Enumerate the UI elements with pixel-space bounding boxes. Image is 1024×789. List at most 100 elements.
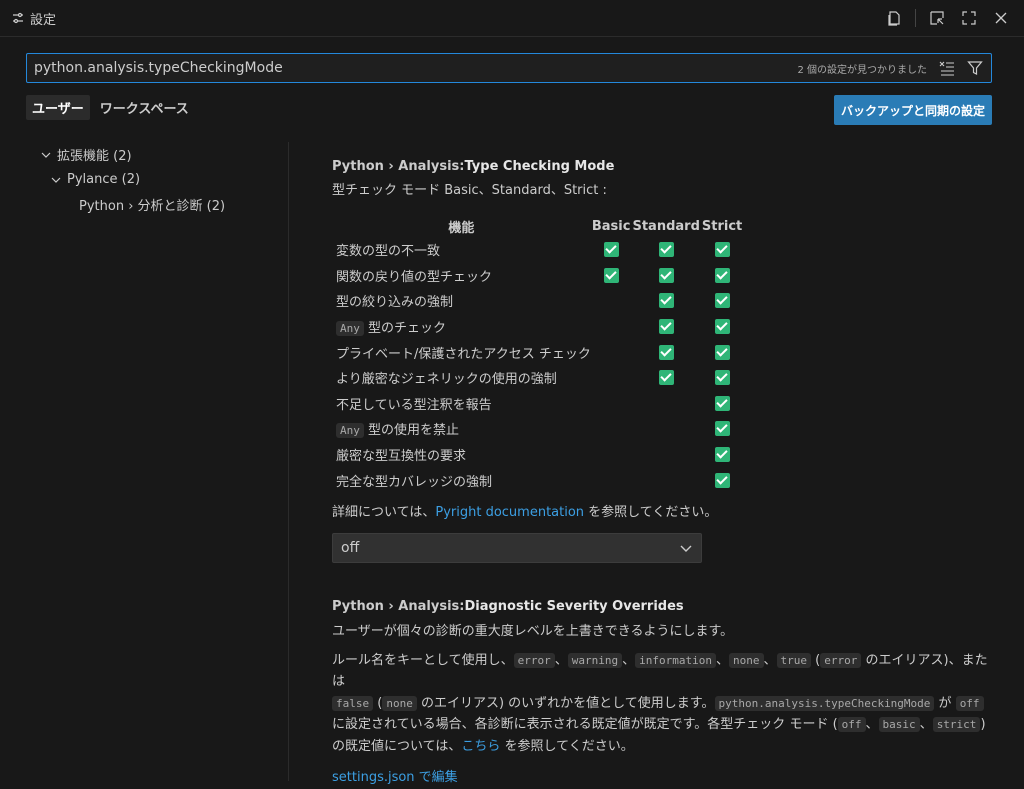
text: に設定されている場合、各診断に表示される既定値が既定です。各型チェック モード … bbox=[332, 717, 838, 733]
feature-row: 厳密な型互換性の要求 bbox=[332, 442, 743, 468]
code-error: error bbox=[513, 652, 555, 668]
feature-label: 不足している型注釈を報告 bbox=[332, 391, 591, 417]
cell-strict bbox=[701, 442, 743, 468]
cell-basic bbox=[591, 365, 632, 391]
check-icon bbox=[714, 267, 730, 283]
feature-label: 変数の型の不一致 bbox=[332, 237, 591, 263]
cell-basic bbox=[591, 237, 632, 263]
toc-item-label: Pylance (2) bbox=[67, 172, 141, 187]
feature-text: より厳密なジェネリックの使用の強制 bbox=[336, 372, 557, 388]
more-info-post: を参照してください。 bbox=[584, 504, 718, 520]
cell-basic bbox=[591, 339, 632, 365]
type-checking-mode-select[interactable]: off bbox=[332, 532, 702, 563]
feature-label: より厳密なジェネリックの使用の強制 bbox=[332, 365, 591, 391]
code-none: none bbox=[729, 652, 764, 668]
toc-item-pylance[interactable]: Pylance (2) bbox=[26, 167, 286, 192]
code-any: Any bbox=[336, 423, 364, 439]
check-icon bbox=[714, 421, 730, 437]
maximize-icon[interactable] bbox=[956, 5, 982, 31]
cell-standard bbox=[631, 237, 700, 263]
feature-text: 完全な型カバレッジの強制 bbox=[336, 474, 493, 490]
settings-tab[interactable]: 設定 bbox=[0, 0, 68, 37]
feature-row: 型の絞り込みの強制 bbox=[332, 288, 743, 314]
settings-search-input[interactable] bbox=[27, 54, 798, 82]
cell-strict bbox=[701, 339, 743, 365]
check-icon bbox=[714, 242, 730, 258]
feature-label: 完全な型カバレッジの強制 bbox=[332, 467, 591, 493]
check-icon bbox=[658, 242, 674, 258]
cell-strict bbox=[701, 263, 743, 289]
tab-workspace[interactable]: ワークスペース bbox=[94, 95, 195, 120]
feature-text: 関数の戻り値の型チェック bbox=[336, 269, 493, 285]
pyright-doc-link[interactable]: Pyright documentation bbox=[435, 505, 584, 520]
feature-text: 変数の型の不一致 bbox=[336, 244, 441, 260]
code-strict: strict bbox=[932, 717, 981, 733]
feature-label: 型の絞り込みの強制 bbox=[332, 288, 591, 314]
text: が bbox=[934, 695, 956, 711]
feature-label: 関数の戻り値の型チェック bbox=[332, 263, 591, 289]
feature-label: Any 型のチェック bbox=[332, 314, 591, 340]
text: ルール名をキーとして使用し、 bbox=[332, 652, 514, 668]
feature-row: 不足している型注釈を報告 bbox=[332, 391, 743, 417]
feature-label: Any 型の使用を禁止 bbox=[332, 416, 591, 442]
chevron-down-icon bbox=[48, 174, 64, 186]
backup-sync-button[interactable]: バックアップと同期の設定 bbox=[834, 95, 992, 125]
setting-category: Python › Analysis: bbox=[332, 158, 465, 174]
cell-basic bbox=[591, 288, 632, 314]
cell-basic bbox=[591, 391, 632, 417]
code-basic: basic bbox=[878, 717, 920, 733]
feature-text: 厳密な型互換性の要求 bbox=[336, 449, 467, 465]
feature-label: 厳密な型互換性の要求 bbox=[332, 442, 591, 468]
toc-item-python-analysis[interactable]: Python › 分析と診断 (2) bbox=[26, 192, 286, 217]
edit-in-settings-json-link[interactable]: settings.json で編集 bbox=[332, 770, 458, 785]
tab-user[interactable]: ユーザー bbox=[26, 95, 90, 120]
text: 、 bbox=[919, 717, 933, 733]
setting-diagnostic-overrides: Python › Analysis: Diagnostic Severity O… bbox=[332, 596, 992, 789]
cell-strict bbox=[701, 391, 743, 417]
feature-row: 変数の型の不一致 bbox=[332, 237, 743, 263]
text: のエイリアス) のいずれかを値として使用します。 bbox=[416, 695, 715, 711]
setting-description: ユーザーが個々の診断の重大度レベルを上書きできるようにします。 bbox=[332, 623, 734, 639]
text: の既定値については、 bbox=[332, 738, 462, 754]
split-editor-icon[interactable] bbox=[924, 5, 950, 31]
here-link[interactable]: こちら bbox=[461, 739, 500, 754]
toc-item-extensions[interactable]: 拡張機能 (2) bbox=[26, 142, 286, 167]
filter-icon[interactable] bbox=[963, 56, 987, 80]
chevron-down-icon bbox=[679, 541, 693, 555]
cell-strict bbox=[701, 237, 743, 263]
feature-row: プライベート/保護されたアクセス チェック bbox=[332, 339, 743, 365]
cell-strict bbox=[701, 467, 743, 493]
toc-divider bbox=[288, 142, 289, 781]
text: ( bbox=[811, 652, 821, 668]
feature-text: 型のチェック bbox=[363, 321, 447, 337]
check-icon bbox=[714, 447, 730, 463]
close-icon[interactable] bbox=[988, 5, 1014, 31]
clear-filter-icon[interactable] bbox=[935, 56, 959, 80]
header-basic: Basic bbox=[591, 218, 631, 234]
text: 、 bbox=[622, 652, 636, 668]
feature-text: 不足している型注釈を報告 bbox=[336, 397, 492, 413]
cell-standard bbox=[631, 442, 700, 468]
editor-title-bar: 設定 bbox=[0, 0, 1024, 37]
toc-item-label: Python › 分析と診断 (2) bbox=[79, 199, 226, 214]
code-none: none bbox=[382, 695, 417, 711]
code-off: off bbox=[837, 717, 866, 733]
check-icon bbox=[658, 319, 674, 335]
code-any: Any bbox=[336, 321, 364, 337]
setting-title: Python › Analysis: Diagnostic Severity O… bbox=[332, 596, 992, 618]
cell-basic bbox=[591, 263, 632, 289]
header-feature: 機能 bbox=[448, 220, 475, 236]
cell-strict bbox=[701, 288, 743, 314]
edit-settings-json: settings.json で編集 bbox=[332, 767, 992, 789]
toc-item-label: 拡張機能 (2) bbox=[57, 149, 132, 164]
setting-key: Diagnostic Severity Overrides bbox=[464, 599, 684, 615]
text: ( bbox=[373, 695, 383, 711]
feature-label: プライベート/保護されたアクセス チェック bbox=[332, 339, 591, 365]
open-settings-json-icon[interactable] bbox=[881, 5, 907, 31]
cell-standard bbox=[631, 288, 700, 314]
setting-title: Python › Analysis: Type Checking Mode bbox=[332, 155, 992, 177]
setting-type-checking-mode: Python › Analysis: Type Checking Mode 型チ… bbox=[332, 155, 992, 563]
code-error: error bbox=[820, 652, 862, 668]
cell-strict bbox=[701, 416, 743, 442]
text: を参照してください。 bbox=[500, 738, 634, 754]
